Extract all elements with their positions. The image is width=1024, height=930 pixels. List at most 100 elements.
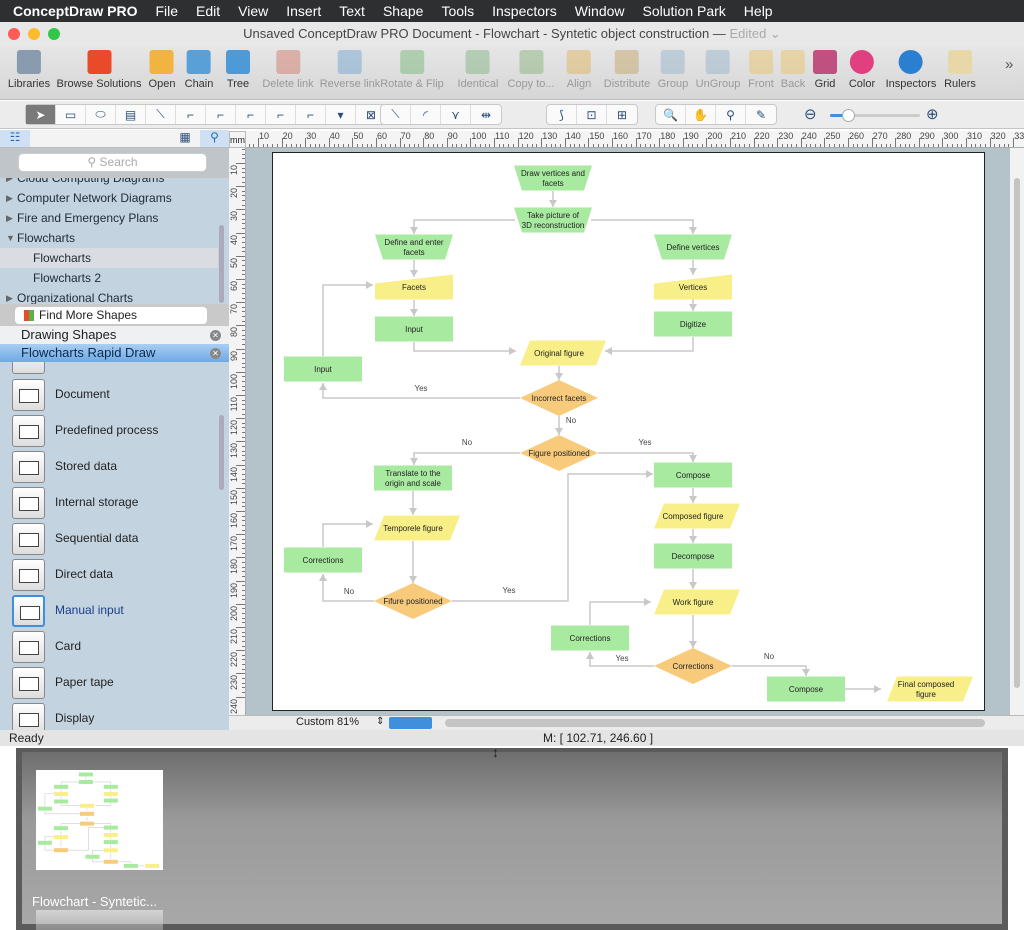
connector-n8-n9[interactable] (605, 337, 694, 352)
library-drawing-shapes[interactable]: Drawing Shapes ✕ (0, 326, 229, 344)
tree-item[interactable]: ▶ Organizational Charts (0, 288, 218, 304)
draw-tool-button[interactable]: ▾ (326, 105, 356, 124)
menu-tools[interactable]: Tools (441, 3, 474, 19)
connector-n10-n5[interactable] (322, 284, 373, 356)
draw-tool-button[interactable]: ⬭ (86, 105, 116, 124)
menu-help[interactable]: Help (744, 3, 773, 19)
close-library-icon[interactable]: ✕ (210, 330, 221, 341)
horizontal-scrollbar[interactable] (445, 719, 985, 727)
page-view-buttons[interactable] (389, 717, 432, 729)
shape-item[interactable]: Document (12, 379, 217, 411)
draw-tool-button[interactable]: ⌐ (206, 105, 236, 124)
menu-solution-park[interactable]: Solution Park (643, 3, 726, 19)
shape-item[interactable]: Stored data (12, 451, 217, 483)
thumbnail-label[interactable]: Flowchart - Syntetic... (32, 894, 157, 909)
search-input[interactable]: ⚲ Search (18, 153, 207, 172)
toolbar-align-button[interactable]: Align (567, 50, 591, 90)
zoom-slider-knob[interactable] (842, 109, 855, 122)
menu-text[interactable]: Text (339, 3, 365, 19)
menu-shape[interactable]: Shape (383, 3, 423, 19)
menu-edit[interactable]: Edit (196, 3, 220, 19)
draw-tool-button[interactable]: ⟆ (547, 105, 577, 124)
shape-item[interactable] (12, 362, 217, 374)
toolbar-ungroup-button[interactable]: UnGroup (696, 50, 740, 90)
toolbar-distribute-button[interactable]: Distribute (604, 50, 650, 90)
zoom-in-icon[interactable]: ⊕ (926, 105, 939, 123)
connector-n12-n14[interactable] (598, 452, 694, 462)
connector-n2-n3[interactable] (413, 219, 515, 234)
tree-item[interactable]: Flowcharts 2 (0, 268, 218, 288)
toolbar-color-button[interactable]: Color (849, 50, 875, 90)
draw-tool-button[interactable]: ⊞ (607, 105, 637, 124)
close-library-icon[interactable]: ✕ (210, 348, 221, 359)
connector-n2-n4[interactable] (591, 219, 694, 234)
tree-view-icon[interactable]: ☷ (0, 130, 30, 147)
expanded-arrow-icon[interactable]: ▼ (6, 228, 15, 248)
draw-tool-button[interactable]: ▭ (56, 105, 86, 124)
ruler-unit[interactable]: mm (229, 131, 246, 148)
toolbar-back-button[interactable]: Back (781, 50, 805, 90)
edited-indicator[interactable]: Edited ⌄ (729, 26, 780, 41)
draw-tool-button[interactable]: 🔍 (656, 105, 686, 124)
shape-item[interactable]: Card (12, 631, 217, 663)
toolbar-front-button[interactable]: Front (748, 50, 774, 90)
collapsed-arrow-icon[interactable]: ▶ (6, 288, 13, 304)
tree-item[interactable]: ▶ Cloud Computing Diagrams (0, 178, 218, 188)
zoom-select[interactable]: Custom 81% (296, 716, 359, 728)
vertical-scrollbar[interactable] (1010, 148, 1024, 715)
toolbar-rulers-button[interactable]: Rulers (944, 50, 976, 90)
toolbar-rotate-flip-button[interactable]: Rotate & Flip (380, 50, 444, 90)
toolbar-tree-button[interactable]: Tree (226, 50, 250, 90)
library-flowcharts-rapid-draw[interactable]: Flowcharts Rapid Draw ✕ (0, 344, 229, 362)
shape-item[interactable]: Sequential data (12, 523, 217, 555)
zoom-out-icon[interactable]: ⊖ (804, 105, 817, 123)
draw-tool-button[interactable]: ⌐ (296, 105, 326, 124)
toolbar-reverse-link-button[interactable]: Reverse link (320, 50, 380, 90)
minimize-button[interactable] (28, 28, 40, 40)
shape-item[interactable]: Paper tape (12, 667, 217, 699)
draw-tool-button[interactable]: ⊡ (577, 105, 607, 124)
connector-n12-n13[interactable] (413, 452, 520, 465)
draw-tool-button[interactable]: ✎ (746, 105, 776, 124)
menu-window[interactable]: Window (575, 3, 625, 19)
toolbar-browse-solutions-button[interactable]: Browse Solutions (57, 50, 142, 90)
toolbar-chain-button[interactable]: Chain (185, 50, 213, 90)
connector-n7-n9[interactable] (413, 342, 516, 352)
tree-item[interactable]: Flowcharts (0, 248, 218, 268)
toolbar-libraries-button[interactable]: Libraries (8, 50, 50, 90)
toolbar-copy-to-button[interactable]: Copy to... (507, 50, 555, 90)
collapsed-arrow-icon[interactable]: ▶ (6, 208, 13, 228)
shape-item[interactable]: Predefined process (12, 415, 217, 447)
toolbar-identical-button[interactable]: Identical (458, 50, 498, 90)
document-thumbnail[interactable] (36, 770, 163, 870)
draw-tool-button[interactable]: ⚲ (716, 105, 746, 124)
draw-tool-button[interactable]: ➤ (26, 105, 56, 124)
zoom-slider[interactable] (830, 109, 920, 122)
shape-item[interactable]: Display (12, 703, 217, 730)
drawing-page[interactable]: Yes No No Yes No Yes Yes No Draw vertices and fac… (272, 152, 985, 711)
collapsed-arrow-icon[interactable]: ▶ (6, 178, 13, 188)
connector-n22-n23[interactable] (732, 665, 807, 676)
draw-tool-button[interactable]: ◜ (411, 105, 441, 124)
draw-tool-button[interactable]: ⟍ (381, 105, 411, 124)
menu-insert[interactable]: Insert (286, 3, 321, 19)
toolbar-grid-button[interactable]: Grid (813, 50, 837, 90)
collapsed-arrow-icon[interactable]: ▶ (6, 188, 13, 208)
find-more-shapes-button[interactable]: Find More Shapes (15, 307, 207, 324)
zoom-stepper-icon[interactable]: ⇕ (376, 716, 384, 727)
shape-item[interactable]: Manual input (12, 595, 217, 627)
draw-tool-button[interactable]: ▤ (116, 105, 146, 124)
toolbar-delete-link-button[interactable]: Delete link (262, 50, 314, 90)
connector-n17-n15[interactable] (322, 523, 373, 547)
connector-n21-n20[interactable] (589, 601, 651, 625)
draw-tool-button[interactable]: ⟍ (146, 105, 176, 124)
draw-tool-button[interactable]: ⌐ (266, 105, 296, 124)
toolbar-inspectors-button[interactable]: Inspectors (886, 50, 936, 90)
connector-n19-n14[interactable] (452, 473, 653, 602)
draw-tool-button[interactable]: ✋ (686, 105, 716, 124)
draw-tool-button[interactable]: ⇹ (471, 105, 501, 124)
tree-item[interactable]: ▶ Computer Network Diagrams (0, 188, 218, 208)
zoom-button[interactable] (48, 28, 60, 40)
menu-view[interactable]: View (238, 3, 268, 19)
menu-inspectors[interactable]: Inspectors (492, 3, 557, 19)
